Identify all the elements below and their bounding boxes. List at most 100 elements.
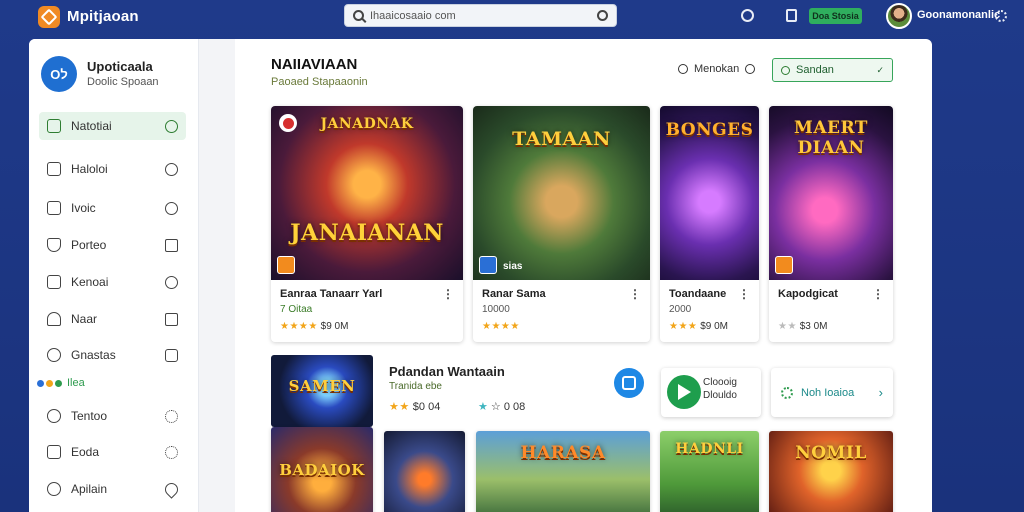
app-title: Mpitjaoan xyxy=(67,8,139,25)
profile-subtitle: Doolic Spoaan xyxy=(87,76,159,88)
nav-icon xyxy=(47,119,61,133)
voice-search-icon[interactable] xyxy=(597,10,608,21)
google-play-label: Cloooig Dlouldo xyxy=(703,377,737,401)
game-tile[interactable]: HARASA xyxy=(476,431,650,512)
featured-rating-alt-value: 0 08 xyxy=(503,401,526,413)
sidebar-item-label: Kenoai xyxy=(71,275,109,289)
rating-stars: ★★★★ xyxy=(482,321,520,332)
game-tile[interactable]: HADNLI xyxy=(660,431,759,512)
more-options-icon[interactable]: ⋮ xyxy=(442,287,454,301)
dot-green xyxy=(55,379,62,387)
game-art: BONGES xyxy=(660,106,759,280)
game-card[interactable]: TAMAAN sias Ranar Sama ⋮ 10000 ★★★★ xyxy=(473,106,650,342)
game-price: $9 0M xyxy=(700,321,728,332)
featured-art-title: SAMEN xyxy=(288,377,356,395)
game-title: Kapodgicat xyxy=(778,288,838,300)
chevron-right-icon: › xyxy=(878,385,883,400)
game-art-overlay: sias xyxy=(503,261,523,272)
sidebar-gutter xyxy=(199,39,235,512)
content-area: NAIIAVIAAN Paoaed Stapaaonin Menokan San… xyxy=(271,39,921,512)
sidebar-item-6[interactable]: Gnastas xyxy=(39,341,186,369)
game-tile[interactable]: BADAIOK xyxy=(271,427,373,512)
info-icon xyxy=(47,445,61,459)
doc-icon xyxy=(47,201,61,215)
game-art-title: TAMAAN xyxy=(512,128,611,150)
gear-icon xyxy=(781,386,793,399)
search-bar[interactable] xyxy=(344,4,617,27)
featured-rating-value: $0 04 xyxy=(412,401,441,413)
cta-label: Noh Ioaioa xyxy=(801,386,855,399)
featured-thumbnail[interactable]: SAMEN xyxy=(271,355,373,427)
game-title: Toandaane xyxy=(669,288,727,300)
section-title: NAIIAVIAAN xyxy=(271,56,358,73)
more-options-icon[interactable]: ⋮ xyxy=(738,287,750,301)
sidebar-item-label: Porteo xyxy=(71,238,107,252)
search-input[interactable] xyxy=(370,9,597,22)
user-avatar[interactable] xyxy=(886,3,912,29)
tile-title: HADNLI xyxy=(675,441,744,457)
game-rating: ★★★ $9 0M xyxy=(669,321,728,332)
game-art: JANADNAK JANAIANAN xyxy=(271,106,463,280)
google-play-button[interactable]: Cloooig Dlouldo xyxy=(661,368,761,417)
game-badge-icon xyxy=(479,256,497,274)
square-icon xyxy=(165,312,178,326)
settings-icon xyxy=(47,409,61,423)
sidebar-item-0[interactable]: Natotiai xyxy=(39,112,186,140)
sidebar: Oל Upoticaala Doolic Spoaan Natotiai Hal… xyxy=(29,39,199,512)
chevron-down-icon: ✓ xyxy=(876,64,884,75)
game-art-title: MAERT DIAAN xyxy=(794,118,868,158)
refresh-icon xyxy=(47,348,61,362)
lock-icon xyxy=(165,238,178,252)
dots-indicator: Ilea xyxy=(37,377,85,389)
puzzle-icon xyxy=(165,348,178,362)
game-card[interactable]: MAERT DIAAN Kapodgicat ⋮ ★★ $3 0M xyxy=(769,106,893,342)
target-icon xyxy=(165,445,178,459)
more-options-icon[interactable]: ⋮ xyxy=(629,287,641,301)
sidebar-item-label: Haloloi xyxy=(71,162,108,176)
game-card[interactable]: BONGES Toandaane ⋮ 2000 ★★★ $9 0M xyxy=(660,106,759,342)
clock-icon xyxy=(165,275,178,289)
sidebar-item-4[interactable]: Kenoai xyxy=(39,268,186,296)
profile-name: Upoticaala xyxy=(87,59,153,74)
bell-icon xyxy=(165,201,178,215)
share-button[interactable] xyxy=(614,368,644,398)
featured-rating-alt: ★ ☆ 0 08 xyxy=(478,401,526,413)
sidebar-item-1[interactable]: Haloloi xyxy=(39,155,186,183)
game-tile[interactable]: NOMIL xyxy=(769,431,893,512)
dot-yellow xyxy=(46,379,53,387)
store-button[interactable]: Doa Stosia xyxy=(809,8,862,24)
main-panel: Oל Upoticaala Doolic Spoaan Natotiai Hal… xyxy=(29,39,932,512)
filter-dropdown[interactable]: Sandan ✓ xyxy=(772,58,893,82)
sidebar-item-label: Ivoic xyxy=(71,201,96,215)
more-options-icon[interactable]: ⋮ xyxy=(872,287,884,301)
settings-gear-icon[interactable] xyxy=(995,10,1007,22)
game-tile[interactable] xyxy=(384,431,465,512)
bag-icon[interactable] xyxy=(786,9,797,22)
sidebar-item-9[interactable]: Apilain xyxy=(39,475,186,503)
gear-icon xyxy=(165,409,178,423)
app-logo-icon[interactable] xyxy=(38,6,60,28)
sidebar-item-5[interactable]: Naar xyxy=(39,305,186,333)
user-name[interactable]: Goonamonanlic xyxy=(917,9,1000,21)
menu-circle-icon xyxy=(678,64,688,74)
tile-title: NOMIL xyxy=(795,443,867,463)
sidebar-item-8[interactable]: Eoda xyxy=(39,438,186,466)
game-card[interactable]: JANADNAK JANAIANAN Eanraa Tanaarr Yarl ⋮… xyxy=(271,106,463,342)
game-rating: ★★★★ $9 0M xyxy=(280,321,348,332)
search-toggle-icon[interactable] xyxy=(741,9,754,22)
cta-button[interactable]: Noh Ioaioa › xyxy=(771,368,893,417)
heart-icon xyxy=(162,479,181,499)
calendar-icon xyxy=(47,162,61,176)
sidebar-item-3[interactable]: Porteo xyxy=(39,231,186,259)
sidebar-item-label: Tentoo xyxy=(71,409,108,423)
game-rating: ★★★★ xyxy=(482,321,520,332)
chat-icon xyxy=(47,482,61,496)
sidebar-item-7[interactable]: Tentoo xyxy=(39,402,186,430)
rating-stars: ★★★ xyxy=(669,321,698,332)
rating-stars: ★★ xyxy=(389,401,410,413)
rating-star: ★ xyxy=(478,401,488,413)
sidebar-item-2[interactable]: Ivoic xyxy=(39,194,186,222)
menu-link[interactable]: Menokan xyxy=(678,63,756,75)
profile-avatar[interactable]: Oל xyxy=(41,56,77,92)
game-art: TAMAAN sias xyxy=(473,106,650,280)
